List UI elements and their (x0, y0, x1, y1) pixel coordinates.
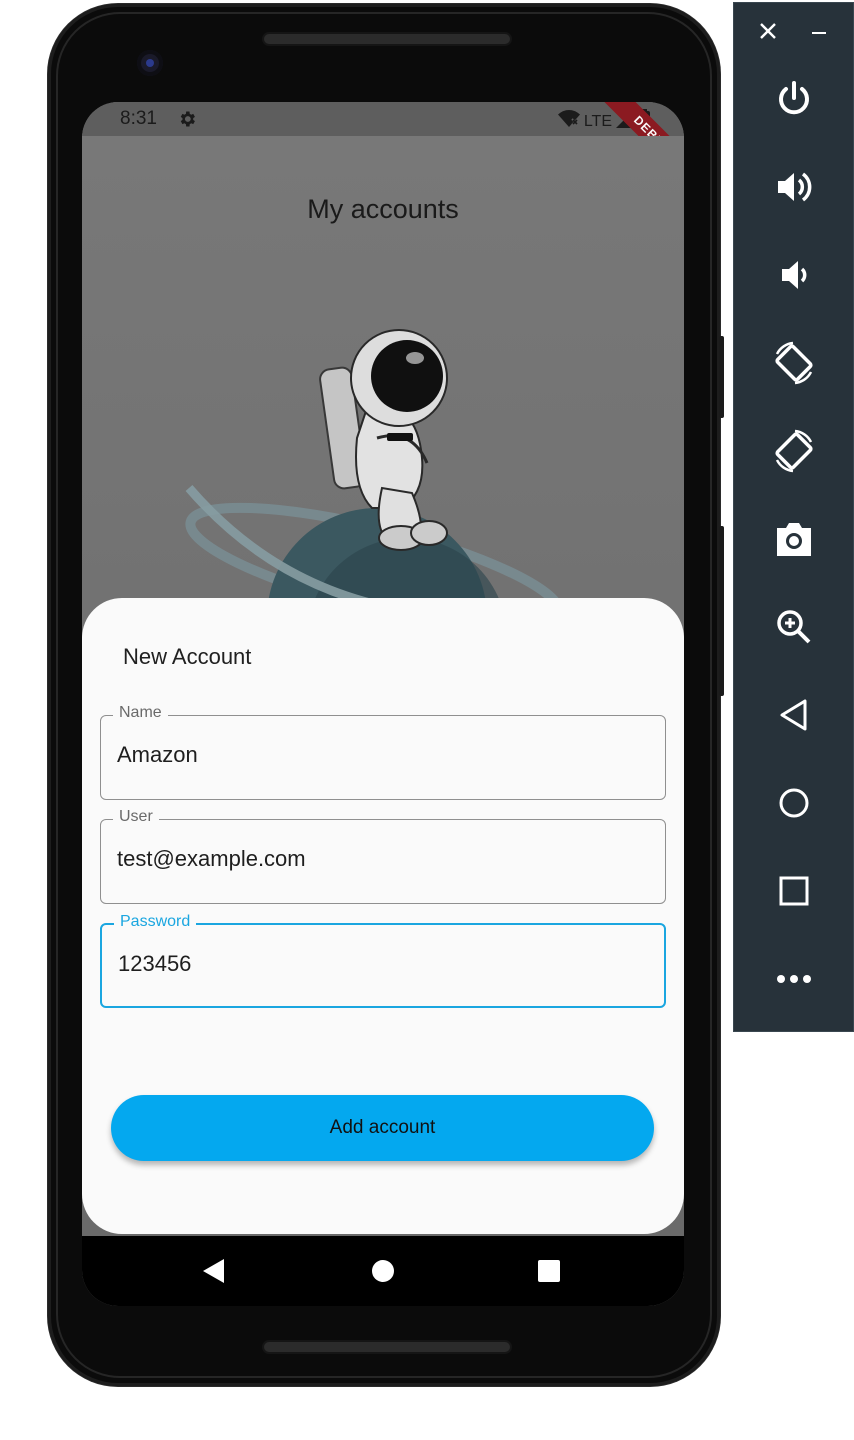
zoom-icon[interactable] (770, 603, 818, 651)
rotate-right-icon[interactable] (770, 427, 818, 475)
more-icon[interactable] (770, 955, 818, 1003)
earpiece-speaker (262, 32, 512, 46)
add-account-button[interactable]: Add account (111, 1095, 654, 1161)
name-field-value[interactable]: Amazon (117, 742, 198, 768)
volume-side-button (719, 336, 724, 418)
bottom-speaker (262, 1340, 512, 1354)
camera-icon[interactable] (770, 515, 818, 563)
volume-down-icon[interactable] (770, 251, 818, 299)
nav-back-icon[interactable] (199, 1256, 229, 1286)
password-field-value[interactable]: 123456 (118, 951, 191, 977)
sheet-title: New Account (123, 644, 252, 669)
minimize-icon[interactable] (810, 23, 828, 46)
password-field[interactable]: Password 123456 (100, 913, 666, 1008)
emulator-window: 8:31 LTE DEBUG My accounts New Account N… (0, 0, 854, 1440)
home-icon[interactable] (770, 779, 818, 827)
close-icon[interactable] (758, 21, 778, 46)
nav-recents-icon[interactable] (534, 1256, 564, 1286)
emulator-toolbar (733, 2, 854, 1032)
power-side-button (719, 526, 724, 696)
volume-up-icon[interactable] (770, 163, 818, 211)
user-field-label: User (113, 808, 159, 826)
user-field[interactable]: User test@example.com (100, 808, 666, 904)
rotate-left-icon[interactable] (770, 339, 818, 387)
new-account-sheet: New Account Name Amazon User test@exampl… (82, 598, 684, 1234)
nav-home-icon[interactable] (368, 1256, 398, 1286)
user-field-value[interactable]: test@example.com (117, 846, 306, 872)
power-icon[interactable] (770, 75, 818, 123)
system-nav-bar (82, 1236, 684, 1306)
phone-screen: 8:31 LTE DEBUG My accounts New Account N… (82, 102, 684, 1306)
name-field-label: Name (113, 704, 168, 722)
front-camera (137, 50, 163, 76)
back-icon[interactable] (770, 691, 818, 739)
password-field-label: Password (114, 913, 197, 931)
overview-icon[interactable] (770, 867, 818, 915)
name-field[interactable]: Name Amazon (100, 704, 666, 800)
